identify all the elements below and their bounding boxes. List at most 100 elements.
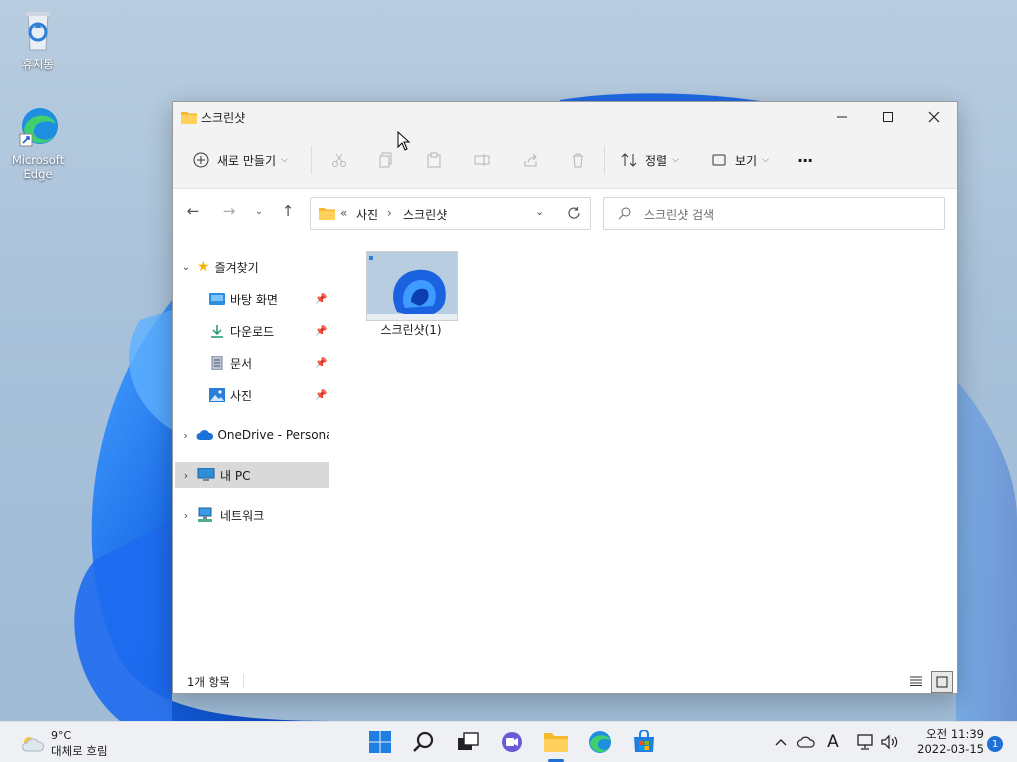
breadcrumb-item[interactable]: 스크린샷 [403, 206, 447, 223]
back-button[interactable]: ← [181, 199, 205, 223]
computer-icon [197, 468, 215, 481]
nav-onedrive-label: OneDrive - Persona [217, 428, 329, 442]
store-icon [634, 730, 654, 752]
nav-favorites-label: 즐겨찾기 [214, 260, 259, 275]
list-view-icon [910, 676, 922, 686]
search-field[interactable]: 스크린샷 검색 [603, 197, 945, 230]
maximize-button[interactable] [865, 102, 911, 132]
file-explorer-window: 스크린샷 새로 만들기 ⌵ 정렬 ⌵ 보기 ⌵ ··· ← → ⌄ ↑ « 사진… [172, 101, 958, 694]
desktop-icon-label: 휴지통 [22, 57, 54, 71]
new-label: 새로 만들기 [217, 153, 277, 168]
nav-favorites[interactable]: ⌄ ★ 즐겨찾기 [175, 254, 329, 280]
task-view-button[interactable] [454, 728, 482, 756]
clock-date: 2022-03-15 [917, 742, 984, 756]
taskbar-edge[interactable] [586, 728, 614, 756]
refresh-icon[interactable] [567, 206, 581, 220]
nav-item-desktop[interactable]: 바탕 화면 📌 [175, 286, 329, 312]
view-label: 보기 [735, 153, 758, 168]
taskbar: 9°C 대체로 흐림 A 오전 11:39 2022-03-15 1 [0, 721, 1017, 762]
sort-label: 정렬 [645, 153, 668, 168]
notification-count: 1 [991, 738, 999, 750]
nav-item-downloads[interactable]: 다운로드 📌 [175, 318, 329, 344]
pin-icon: 📌 [315, 293, 328, 305]
nav-this-pc[interactable]: › 내 PC [175, 462, 329, 488]
share-button[interactable] [523, 148, 539, 172]
overflow-crumbs[interactable]: « [340, 206, 347, 220]
forward-button[interactable]: → [217, 199, 241, 223]
new-button[interactable]: 새로 만들기 ⌵ [193, 148, 288, 172]
title-bar[interactable]: 스크린샷 [173, 102, 957, 132]
weather-desc: 대체로 흐림 [51, 744, 108, 758]
desktop-icon-label: Microsoft Edge [11, 153, 65, 181]
copy-button[interactable] [378, 148, 394, 172]
speaker-icon [881, 734, 898, 750]
close-icon [928, 111, 940, 123]
desktop-icon-edge[interactable]: Microsoft Edge [7, 104, 69, 181]
search-icon [413, 731, 434, 752]
share-icon [524, 153, 537, 167]
details-view-button[interactable] [907, 672, 925, 690]
folder-icon [319, 208, 335, 220]
ime-indicator[interactable]: A [822, 732, 844, 752]
file-item[interactable]: 스크린샷(1) [345, 248, 458, 344]
desktop-icon-recycle-bin[interactable]: 휴지통 [7, 8, 69, 71]
arrow-up-icon: ↑ [281, 202, 295, 220]
nav-this-pc-label: 내 PC [220, 468, 251, 483]
large-icons-view-button[interactable] [931, 671, 953, 693]
toolbar-divider [311, 146, 312, 174]
plus-circle-icon [193, 152, 209, 168]
chevron-down-icon: ⌵ [281, 155, 288, 165]
edge-icon [19, 108, 58, 147]
cut-button[interactable] [331, 148, 347, 172]
network-status-button[interactable] [856, 732, 876, 752]
clock[interactable]: 오전 11:39 2022-03-15 [908, 727, 984, 759]
sort-button[interactable]: 정렬 ⌵ [621, 148, 679, 172]
paste-button[interactable] [426, 148, 442, 172]
scissors-icon [332, 153, 346, 167]
start-button[interactable] [366, 728, 394, 756]
rename-button[interactable] [474, 148, 490, 172]
recent-locations-button[interactable]: ⌄ [247, 199, 271, 223]
sort-icon [621, 153, 637, 167]
address-bar[interactable]: « 사진 › 스크린샷 ⌄ [310, 197, 591, 230]
minimize-button[interactable] [819, 102, 865, 132]
pin-icon: 📌 [315, 325, 328, 337]
breadcrumb-item[interactable]: 사진 [356, 206, 378, 223]
edge-icon [589, 731, 611, 753]
address-history-button[interactable]: ⌄ [535, 205, 544, 218]
weather-widget[interactable]: 9°C 대체로 흐림 [16, 726, 126, 758]
volume-button[interactable] [879, 732, 901, 752]
status-divider [243, 674, 244, 688]
search-button[interactable] [410, 728, 438, 756]
nav-network[interactable]: › 네트워크 [175, 502, 329, 528]
onedrive-tray-icon[interactable] [795, 732, 817, 752]
nav-item-pictures[interactable]: 사진 📌 [175, 382, 329, 408]
pin-icon: 📌 [315, 389, 328, 401]
star-icon: ★ [197, 259, 210, 275]
more-options-button[interactable]: ··· [797, 148, 813, 172]
folder-icon [181, 112, 197, 124]
chevron-down-icon: ⌵ [762, 155, 769, 165]
search-placeholder: 스크린샷 검색 [644, 208, 715, 222]
chat-icon [502, 732, 522, 752]
nav-item-label: 사진 [230, 388, 253, 403]
nav-item-documents[interactable]: 문서 📌 [175, 350, 329, 376]
chevron-right-icon: › [183, 468, 189, 482]
view-button[interactable]: 보기 ⌵ [711, 148, 769, 172]
up-button[interactable]: ↑ [276, 199, 300, 223]
close-button[interactable] [911, 102, 957, 132]
nav-item-label: 문서 [230, 356, 253, 371]
chat-button[interactable] [498, 728, 526, 756]
windows-logo-icon [369, 731, 391, 753]
taskbar-file-explorer[interactable] [542, 728, 570, 762]
document-icon [211, 356, 223, 370]
chevron-right-icon: › [183, 428, 188, 442]
taskbar-store[interactable] [630, 728, 658, 756]
nav-onedrive[interactable]: › OneDrive - Persona [175, 422, 329, 448]
recycle-bin-icon [26, 12, 50, 51]
toolbar-divider [604, 146, 605, 174]
show-hidden-icons-button[interactable] [772, 732, 790, 752]
notification-badge[interactable]: 1 [987, 736, 1003, 752]
pin-icon: 📌 [315, 357, 328, 369]
delete-button[interactable] [570, 148, 586, 172]
